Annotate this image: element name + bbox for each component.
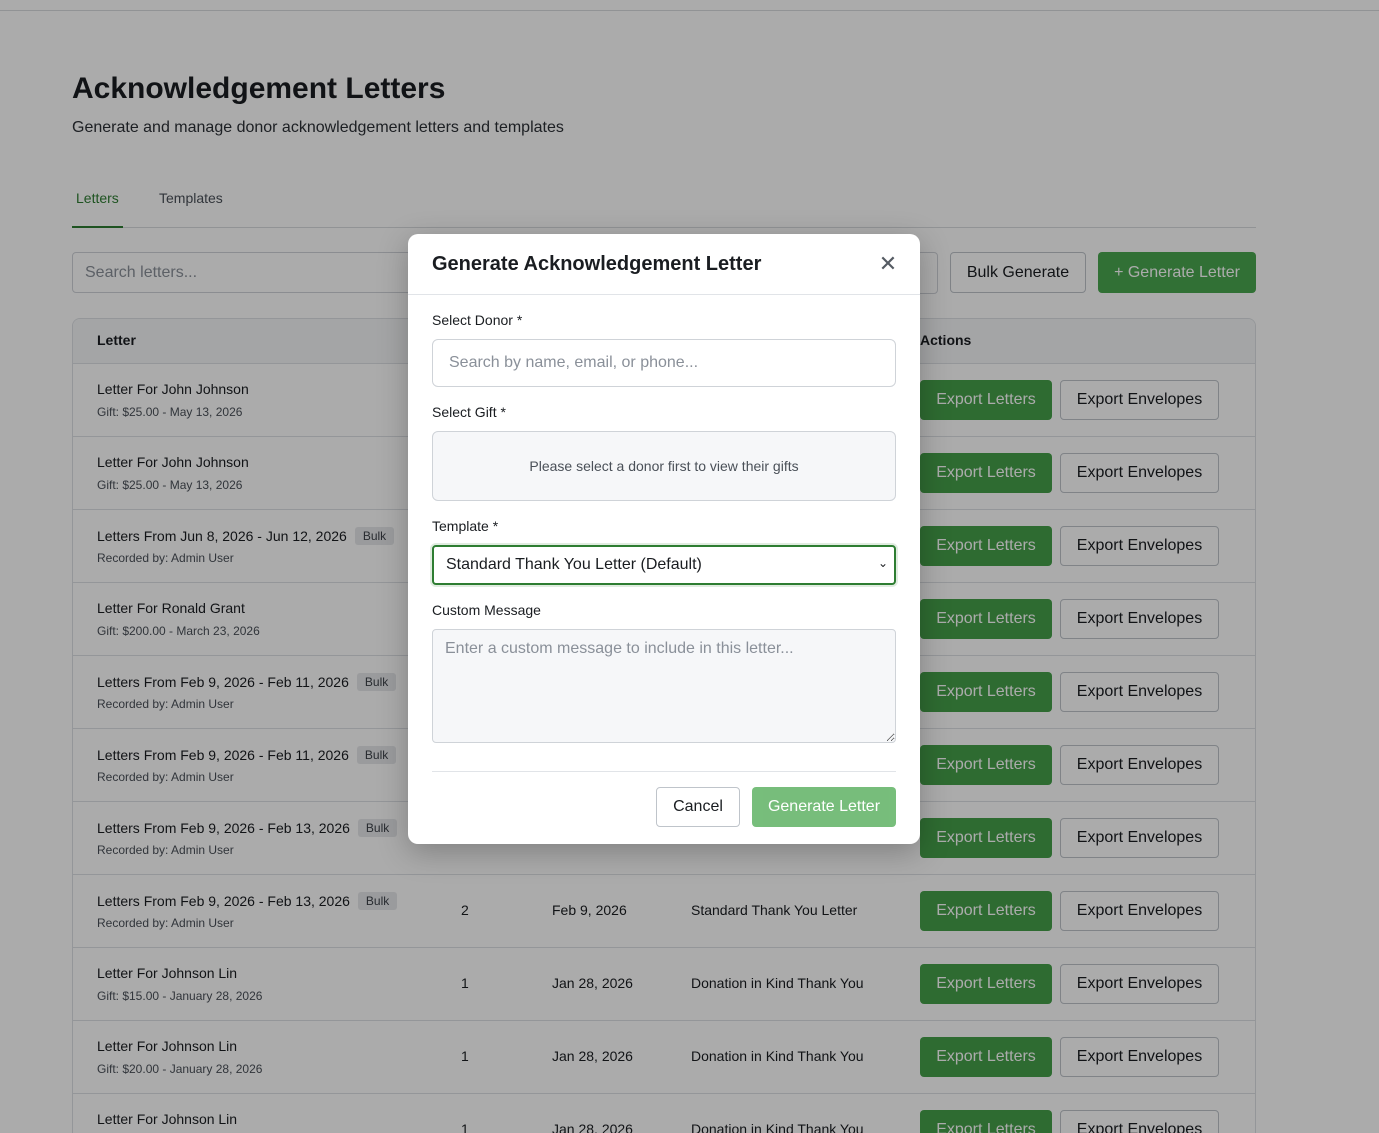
template-select-value: Standard Thank You Letter (Default) — [446, 556, 702, 573]
custom-message-label: Custom Message — [432, 602, 541, 618]
generate-letter-submit-button[interactable]: Generate Letter — [752, 787, 896, 827]
close-icon[interactable]: ✕ — [876, 252, 900, 276]
chevron-down-icon: ⌄ — [877, 556, 888, 570]
generate-letter-modal: Generate Acknowledgement Letter ✕ Select… — [408, 234, 920, 844]
modal-divider — [432, 771, 896, 772]
modal-header: Generate Acknowledgement Letter ✕ — [408, 234, 920, 295]
template-label: Template * — [432, 518, 499, 534]
cancel-button[interactable]: Cancel — [656, 787, 740, 827]
donor-search-input[interactable] — [432, 339, 896, 387]
custom-message-textarea[interactable] — [432, 629, 896, 743]
template-select[interactable]: Standard Thank You Letter (Default) ⌄ — [432, 545, 896, 585]
gift-empty-state: Please select a donor first to view thei… — [432, 431, 896, 501]
select-donor-label: Select Donor * — [432, 312, 523, 328]
modal-title: Generate Acknowledgement Letter — [432, 253, 762, 275]
select-gift-label: Select Gift * — [432, 404, 506, 420]
